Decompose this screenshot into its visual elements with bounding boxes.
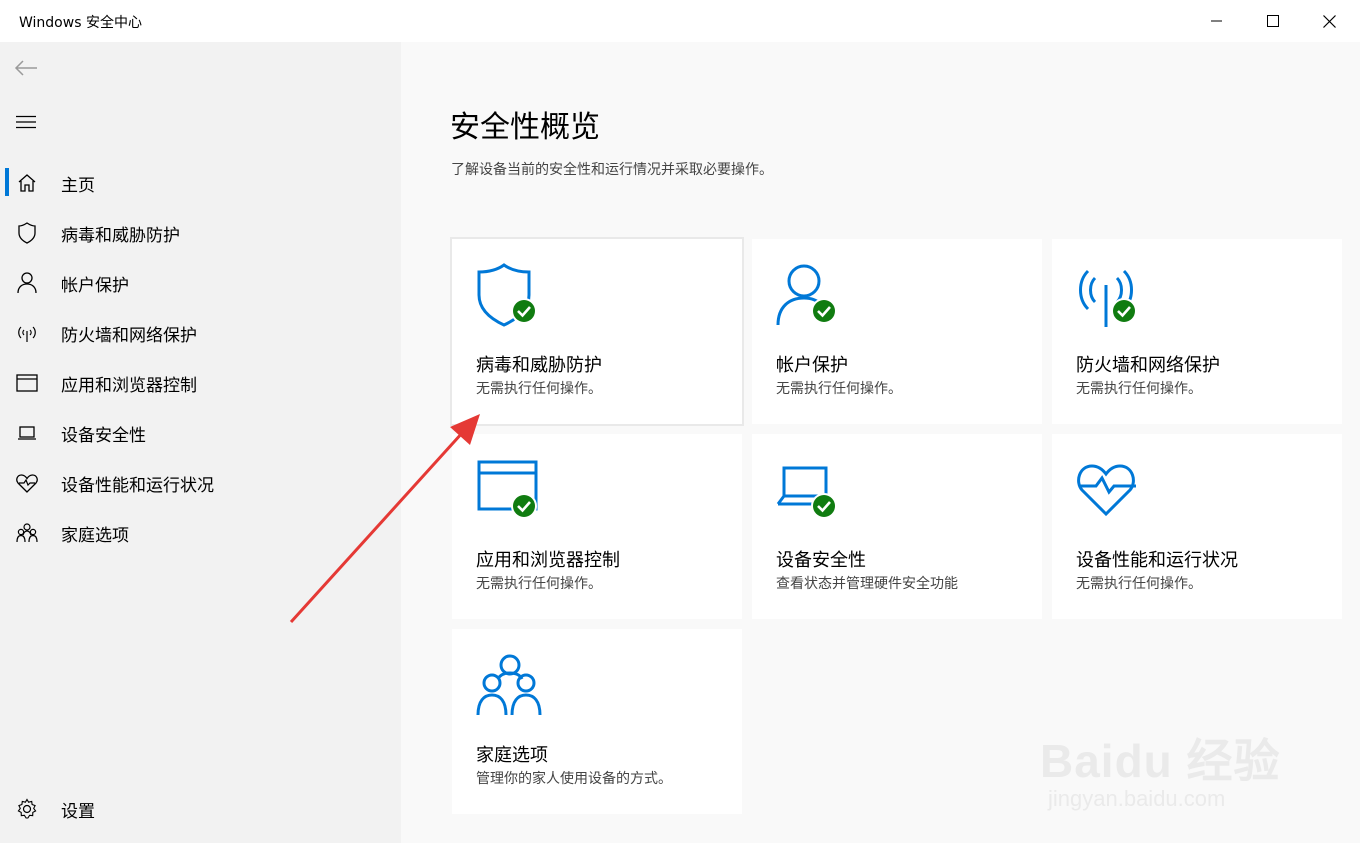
maximize-button[interactable] bbox=[1245, 0, 1301, 42]
sidebar-item-label: 帐户保护 bbox=[61, 276, 129, 296]
tile-title: 设备性能和运行状况 bbox=[1076, 550, 1238, 571]
tile-title: 防火墙和网络保护 bbox=[1076, 355, 1220, 376]
antenna-check-icon bbox=[1079, 269, 1137, 327]
shield-check-icon bbox=[477, 263, 537, 327]
watermark-url: jingyan.baidu.com bbox=[1048, 786, 1226, 811]
sidebar-item-label: 设备安全性 bbox=[61, 426, 146, 446]
gear-icon bbox=[16, 798, 38, 820]
sidebar-item-device-health[interactable]: 设备性能和运行状况 bbox=[0, 462, 401, 502]
sidebar-item-app-browser[interactable]: 应用和浏览器控制 bbox=[0, 362, 401, 402]
tile-device-security[interactable]: 设备安全性 查看状态并管理硬件安全功能 bbox=[752, 434, 1042, 619]
sidebar-item-label: 家庭选项 bbox=[61, 526, 129, 546]
tile-status: 无需执行任何操作。 bbox=[476, 381, 602, 397]
tile-title: 家庭选项 bbox=[476, 745, 548, 766]
person-check-icon bbox=[776, 264, 837, 326]
tile-status: 管理你的家人使用设备的方式。 bbox=[476, 771, 672, 787]
person-icon bbox=[16, 272, 38, 294]
menu-button[interactable] bbox=[12, 108, 40, 136]
tile-status: 无需执行任何操作。 bbox=[476, 576, 602, 592]
tile-app-browser[interactable]: 应用和浏览器控制 无需执行任何操作。 bbox=[452, 434, 742, 619]
window-check-icon bbox=[477, 460, 538, 519]
page-title: 安全性概览 bbox=[450, 110, 600, 145]
sidebar-item-label: 病毒和威胁防护 bbox=[61, 226, 180, 246]
sidebar-item-label: 设备性能和运行状况 bbox=[61, 476, 214, 496]
heart-icon bbox=[16, 472, 38, 494]
tile-title: 应用和浏览器控制 bbox=[476, 550, 620, 571]
minimize-button[interactable] bbox=[1189, 0, 1245, 42]
settings-label: 设置 bbox=[61, 802, 95, 822]
title-bar: Windows 安全中心 bbox=[0, 0, 1360, 42]
home-icon bbox=[16, 172, 38, 194]
close-icon bbox=[1322, 14, 1336, 28]
sidebar: 主页 病毒和威胁防护 帐户保护 防火墙和网络保护 应用和浏览器控制 设备安全性 bbox=[0, 42, 401, 843]
laptop-icon bbox=[16, 422, 38, 444]
close-button[interactable] bbox=[1301, 0, 1357, 42]
sidebar-item-device-security[interactable]: 设备安全性 bbox=[0, 412, 401, 452]
sidebar-item-virus-protection[interactable]: 病毒和威胁防护 bbox=[0, 212, 401, 252]
tile-title: 帐户保护 bbox=[776, 355, 848, 376]
sidebar-item-label: 主页 bbox=[61, 176, 95, 196]
minimize-icon bbox=[1211, 20, 1222, 22]
tile-status: 无需执行任何操作。 bbox=[1076, 381, 1202, 397]
sidebar-item-account-protection[interactable]: 帐户保护 bbox=[0, 262, 401, 302]
sidebar-item-settings[interactable]: 设置 bbox=[0, 788, 401, 828]
sidebar-item-firewall[interactable]: 防火墙和网络保护 bbox=[0, 312, 401, 352]
maximize-icon bbox=[1267, 15, 1279, 27]
tile-virus-protection[interactable]: 病毒和威胁防护 无需执行任何操作。 bbox=[450, 237, 744, 426]
heart-pulse-icon bbox=[1077, 464, 1136, 517]
tile-title: 设备安全性 bbox=[776, 550, 866, 571]
tile-device-health[interactable]: 设备性能和运行状况 无需执行任何操作。 bbox=[1052, 434, 1342, 619]
antenna-icon bbox=[16, 322, 38, 344]
watermark-text: Baidu 经验 bbox=[1040, 735, 1281, 787]
tile-status: 查看状态并管理硬件安全功能 bbox=[776, 576, 958, 592]
family-icon bbox=[16, 522, 38, 544]
page-subtitle: 了解设备当前的安全性和运行情况并采取必要操作。 bbox=[451, 162, 773, 178]
tile-firewall[interactable]: 防火墙和网络保护 无需执行任何操作。 bbox=[1052, 239, 1342, 424]
sidebar-item-home[interactable]: 主页 bbox=[0, 162, 401, 202]
family-icon bbox=[476, 654, 542, 716]
hamburger-icon bbox=[16, 115, 36, 129]
sidebar-item-label: 防火墙和网络保护 bbox=[61, 326, 197, 346]
laptop-check-icon bbox=[776, 466, 837, 519]
tile-family-options[interactable]: 家庭选项 管理你的家人使用设备的方式。 bbox=[452, 629, 742, 814]
back-button[interactable] bbox=[12, 54, 40, 82]
tile-title: 病毒和威胁防护 bbox=[476, 355, 602, 376]
window-icon bbox=[16, 372, 38, 394]
tile-account-protection[interactable]: 帐户保护 无需执行任何操作。 bbox=[752, 239, 1042, 424]
watermark: Baidu 经验 jingyan.baidu.com bbox=[1040, 700, 1320, 820]
shield-icon bbox=[16, 222, 38, 244]
back-arrow-icon bbox=[14, 60, 37, 76]
sidebar-item-family[interactable]: 家庭选项 bbox=[0, 512, 401, 552]
window-title: Windows 安全中心 bbox=[19, 15, 142, 31]
tile-status: 无需执行任何操作。 bbox=[1076, 576, 1202, 592]
tile-status: 无需执行任何操作。 bbox=[776, 381, 902, 397]
sidebar-item-label: 应用和浏览器控制 bbox=[61, 376, 197, 396]
